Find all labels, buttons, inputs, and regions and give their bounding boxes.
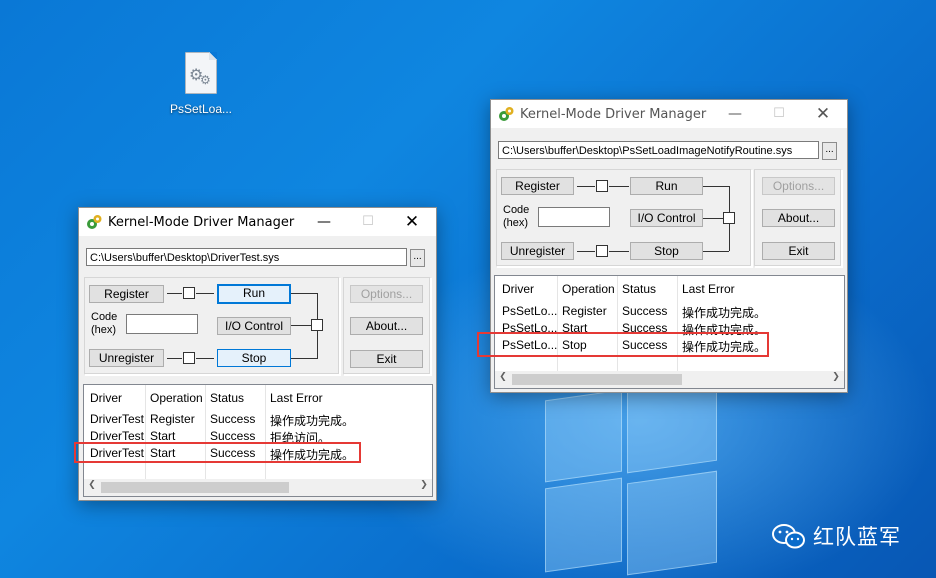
unregister-checkbox[interactable]	[596, 245, 608, 257]
maximize-button[interactable]: ☐	[345, 208, 391, 236]
title-bar[interactable]: Kernel-Mode Driver Manager — ☐ ✕	[491, 100, 847, 128]
about-button[interactable]: About...	[350, 317, 423, 335]
column-header[interactable]: Status	[210, 391, 244, 405]
code-hex-input[interactable]	[126, 314, 198, 334]
connector-line	[291, 358, 317, 359]
cell-operation: Register	[562, 304, 607, 318]
cell-driver: PsSetLo...	[502, 304, 558, 318]
io-control-checkbox[interactable]	[723, 212, 735, 224]
wallpaper-windows-logo	[545, 378, 717, 576]
io-control-button[interactable]: I/O Control	[217, 317, 291, 335]
options-button[interactable]: Options...	[350, 285, 423, 303]
column-header[interactable]: Status	[622, 282, 656, 296]
list-item[interactable]: DriverTest Register Success 操作成功完成。	[84, 410, 432, 428]
connector-line	[167, 293, 182, 294]
unregister-checkbox[interactable]	[183, 352, 195, 364]
column-header[interactable]: Last Error	[682, 282, 735, 296]
operation-log-list[interactable]: Driver Operation Status Last Error Drive…	[83, 384, 433, 497]
desktop-file-label: PsSetLoa...	[169, 102, 233, 116]
scroll-thumb[interactable]	[512, 374, 682, 385]
minimize-button[interactable]: —	[301, 208, 347, 236]
about-button[interactable]: About...	[762, 209, 835, 227]
io-control-checkbox[interactable]	[311, 319, 323, 331]
title-bar[interactable]: Kernel-Mode Driver Manager — ☐ ✕	[79, 208, 436, 236]
exit-button[interactable]: Exit	[350, 350, 423, 368]
register-checkbox[interactable]	[596, 180, 608, 192]
connector-line	[196, 358, 214, 359]
unregister-button[interactable]: Unregister	[501, 242, 574, 260]
browse-button[interactable]: ...	[410, 249, 425, 267]
run-button[interactable]: Run	[217, 284, 291, 304]
cell-status: Success	[622, 304, 668, 318]
list-item[interactable]: PsSetLo... Register Success 操作成功完成。	[495, 302, 844, 320]
connector-line	[609, 186, 629, 187]
hex-label: (hex)	[91, 324, 117, 336]
connector-line	[609, 251, 629, 252]
options-button[interactable]: Options...	[762, 177, 835, 195]
driver-path-input[interactable]: C:\Users\buffer\Desktop\DriverTest.sys	[86, 248, 407, 266]
column-header[interactable]: Last Error	[270, 391, 323, 405]
register-checkbox[interactable]	[183, 287, 195, 299]
connector-line	[167, 358, 182, 359]
code-label: Code	[503, 204, 530, 216]
io-control-button[interactable]: I/O Control	[630, 209, 703, 227]
column-header[interactable]: Driver	[502, 282, 534, 296]
stop-button[interactable]: Stop	[630, 242, 703, 260]
list-header: Driver Operation Status Last Error	[495, 276, 844, 300]
cell-driver: DriverTest	[90, 412, 145, 426]
connector-line	[291, 325, 311, 326]
exit-button[interactable]: Exit	[762, 242, 835, 260]
scroll-right-icon[interactable]: ❯	[829, 372, 843, 382]
close-button[interactable]: ✕	[389, 208, 435, 236]
wechat-icon	[772, 524, 805, 549]
close-button[interactable]: ✕	[800, 100, 846, 128]
connector-line	[703, 251, 729, 252]
code-label: Code	[91, 311, 118, 323]
connector-line	[703, 186, 729, 187]
list-header: Driver Operation Status Last Error	[84, 385, 432, 409]
maximize-button[interactable]: ☐	[756, 100, 802, 128]
scroll-right-icon[interactable]: ❯	[417, 480, 431, 490]
sys-file-icon: ⚙ ⚙	[185, 52, 217, 94]
cell-driver: DriverTest	[90, 429, 145, 443]
minimize-button[interactable]: —	[712, 100, 758, 128]
cell-operation: Register	[150, 412, 195, 426]
register-button[interactable]: Register	[89, 285, 164, 303]
scroll-left-icon[interactable]: ❮	[496, 372, 510, 382]
connector-line	[196, 293, 214, 294]
connector-line	[703, 218, 723, 219]
driver-path-input[interactable]: C:\Users\buffer\Desktop\PsSetLoadImageNo…	[498, 141, 819, 159]
horizontal-scrollbar[interactable]: ❮ ❯	[495, 371, 844, 388]
stop-button[interactable]: Stop	[217, 349, 291, 367]
column-header[interactable]: Driver	[90, 391, 122, 405]
cell-status: Success	[210, 412, 256, 426]
desktop-file-icon[interactable]: ⚙ ⚙ PsSetLoa...	[163, 52, 239, 116]
cell-operation: Start	[150, 429, 176, 443]
connector-line	[291, 293, 317, 294]
column-header[interactable]: Operation	[562, 282, 615, 296]
horizontal-scrollbar[interactable]: ❮ ❯	[84, 479, 432, 496]
highlight-box	[477, 332, 769, 357]
watermark-text: 红队蓝军	[813, 525, 901, 549]
scroll-left-icon[interactable]: ❮	[85, 480, 99, 490]
cell-status: Success	[210, 429, 256, 443]
column-header[interactable]: Operation	[150, 391, 203, 405]
browse-button[interactable]: ...	[822, 142, 837, 160]
scroll-thumb[interactable]	[101, 482, 289, 493]
window-title: Kernel-Mode Driver Manager	[520, 107, 707, 122]
hex-label: (hex)	[503, 217, 529, 229]
highlight-box	[74, 442, 361, 463]
register-button[interactable]: Register	[501, 177, 574, 195]
connector-line	[577, 251, 595, 252]
window-title: Kernel-Mode Driver Manager	[108, 215, 295, 230]
connector-line	[577, 186, 595, 187]
app-gear-icon	[87, 215, 102, 229]
code-hex-input[interactable]	[538, 207, 610, 227]
run-button[interactable]: Run	[630, 177, 703, 195]
unregister-button[interactable]: Unregister	[89, 349, 164, 367]
app-gear-icon	[499, 107, 514, 121]
